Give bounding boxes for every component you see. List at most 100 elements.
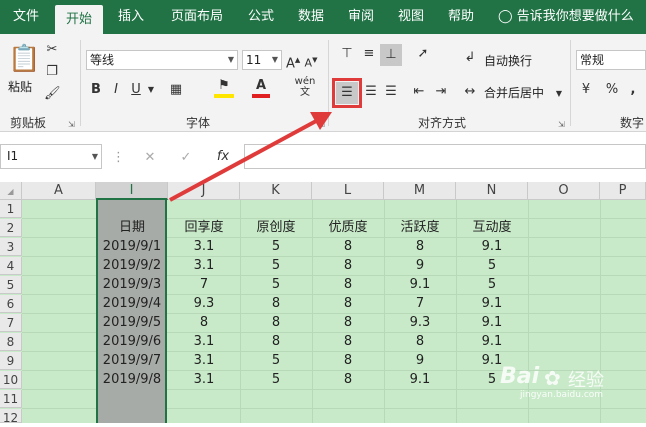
paste-button[interactable]: 粘贴 bbox=[8, 78, 32, 95]
currency-icon[interactable]: ¥ bbox=[576, 82, 596, 98]
row-header[interactable]: 6 bbox=[0, 295, 22, 313]
merge-center-icon[interactable]: ↔ bbox=[462, 84, 478, 100]
data-cell[interactable]: 8 bbox=[168, 314, 240, 332]
tab-page-layout[interactable]: 页面布局 bbox=[160, 0, 234, 34]
data-cell[interactable]: 5 bbox=[456, 276, 528, 294]
data-cell[interactable]: 9.1 bbox=[384, 276, 456, 294]
data-cell[interactable]: 8 bbox=[240, 333, 312, 351]
data-cell[interactable]: 5 bbox=[240, 257, 312, 275]
tab-data[interactable]: 数据 bbox=[288, 0, 334, 34]
column-header-selected[interactable]: I bbox=[96, 182, 168, 200]
tab-help[interactable]: 帮助 bbox=[438, 0, 484, 34]
font-name-select[interactable]: 等线 ▼ bbox=[86, 50, 238, 70]
increase-font-icon[interactable]: A▲ bbox=[286, 52, 300, 72]
orientation-icon[interactable]: ➚ bbox=[410, 46, 436, 62]
underline-button[interactable]: U bbox=[130, 82, 142, 98]
data-cell[interactable]: 8 bbox=[312, 295, 384, 313]
row-header[interactable]: 12 bbox=[0, 409, 22, 425]
data-cell[interactable]: 9.1 bbox=[456, 295, 528, 313]
worksheet-grid[interactable]: ◢ A I J K L M N O P 1 2 3 4 5 6 7 8 9 10… bbox=[0, 182, 646, 425]
row-header[interactable]: 9 bbox=[0, 352, 22, 370]
row-header[interactable]: 4 bbox=[0, 257, 22, 275]
column-header[interactable]: N bbox=[456, 182, 528, 200]
data-cell[interactable]: 3.1 bbox=[168, 371, 240, 389]
row-header[interactable]: 10 bbox=[0, 371, 22, 389]
align-top-icon[interactable]: ⊤ bbox=[338, 46, 356, 62]
header-cell[interactable]: 日期 bbox=[96, 219, 168, 237]
align-left-icon[interactable]: ☰ bbox=[336, 82, 358, 104]
wrap-text-icon[interactable]: ↲ bbox=[462, 50, 478, 66]
tab-view[interactable]: 视图 bbox=[388, 0, 434, 34]
cancel-icon[interactable]: ✕ bbox=[142, 150, 158, 166]
data-cell[interactable]: 2019/9/8 bbox=[96, 371, 168, 389]
data-cell[interactable]: 9 bbox=[384, 352, 456, 370]
data-cell[interactable]: 8 bbox=[312, 352, 384, 370]
font-size-select[interactable]: 11 ▼ bbox=[242, 50, 282, 70]
data-cell[interactable]: 8 bbox=[384, 238, 456, 256]
decrease-indent-icon[interactable]: ⇤ bbox=[410, 84, 428, 100]
header-cell[interactable]: 活跃度 bbox=[384, 219, 456, 237]
data-cell[interactable]: 8 bbox=[312, 238, 384, 256]
data-cell[interactable]: 2019/9/6 bbox=[96, 333, 168, 351]
tell-me-box[interactable]: ◯ 告诉我你想要做什么 bbox=[498, 0, 646, 34]
data-cell[interactable]: 7 bbox=[168, 276, 240, 294]
data-cell[interactable]: 9.1 bbox=[456, 314, 528, 332]
data-cell[interactable]: 8 bbox=[240, 295, 312, 313]
bold-button[interactable]: B bbox=[90, 82, 102, 98]
column-header[interactable]: L bbox=[312, 182, 384, 200]
data-cell[interactable]: 8 bbox=[312, 333, 384, 351]
format-painter-icon[interactable]: 🖌 bbox=[44, 86, 61, 102]
column-header[interactable]: A bbox=[22, 182, 96, 200]
column-header[interactable]: M bbox=[384, 182, 456, 200]
data-cell[interactable]: 2019/9/3 bbox=[96, 276, 168, 294]
data-cell[interactable]: 2019/9/4 bbox=[96, 295, 168, 313]
column-header[interactable]: K bbox=[240, 182, 312, 200]
data-cell[interactable]: 5 bbox=[456, 257, 528, 275]
data-cell[interactable]: 8 bbox=[240, 314, 312, 332]
row-header[interactable]: 11 bbox=[0, 390, 22, 408]
data-cell[interactable]: 5 bbox=[240, 238, 312, 256]
tab-formulas[interactable]: 公式 bbox=[238, 0, 284, 34]
fill-color-icon[interactable]: ⚑ bbox=[214, 78, 234, 98]
data-cell[interactable]: 7 bbox=[384, 295, 456, 313]
chevron-down-icon[interactable]: ▼ bbox=[146, 82, 156, 98]
row-header[interactable]: 2 bbox=[0, 219, 22, 237]
row-header[interactable]: 7 bbox=[0, 314, 22, 332]
data-cell[interactable]: 5 bbox=[240, 352, 312, 370]
merge-center-button[interactable]: 合并后居中 bbox=[484, 84, 544, 101]
insert-function-button[interactable]: fx bbox=[214, 149, 232, 165]
data-cell[interactable]: 3.1 bbox=[168, 238, 240, 256]
paste-icon[interactable]: 📋 bbox=[8, 42, 40, 76]
italic-button[interactable]: I bbox=[110, 82, 122, 98]
data-cell[interactable]: 8 bbox=[384, 333, 456, 351]
font-color-icon[interactable]: A bbox=[252, 78, 270, 98]
data-cell[interactable]: 2019/9/1 bbox=[96, 238, 168, 256]
data-cell[interactable]: 5 bbox=[240, 276, 312, 294]
data-cell[interactable]: 2019/9/5 bbox=[96, 314, 168, 332]
row-header[interactable]: 5 bbox=[0, 276, 22, 294]
row-header[interactable]: 8 bbox=[0, 333, 22, 351]
data-cell[interactable]: 8 bbox=[312, 276, 384, 294]
header-cell[interactable]: 原创度 bbox=[240, 219, 312, 237]
column-header[interactable]: P bbox=[600, 182, 646, 200]
data-cell[interactable]: 5 bbox=[240, 371, 312, 389]
data-cell[interactable]: 2019/9/2 bbox=[96, 257, 168, 275]
column-header[interactable]: O bbox=[528, 182, 600, 200]
copy-icon[interactable]: ❐ bbox=[44, 64, 60, 80]
data-cell[interactable]: 8 bbox=[312, 314, 384, 332]
cut-icon[interactable]: ✂ bbox=[44, 42, 60, 58]
chevron-down-icon[interactable]: ▼ bbox=[554, 86, 564, 102]
header-cell[interactable]: 互动度 bbox=[456, 219, 528, 237]
increase-indent-icon[interactable]: ⇥ bbox=[432, 84, 450, 100]
data-cell[interactable]: 3.1 bbox=[168, 257, 240, 275]
data-cell[interactable]: 9.1 bbox=[384, 371, 456, 389]
tab-home[interactable]: 开始 bbox=[55, 5, 103, 34]
data-cell[interactable]: 8 bbox=[312, 371, 384, 389]
clipboard-launcher-icon[interactable]: ⇲ bbox=[68, 120, 75, 129]
column-header[interactable]: J bbox=[168, 182, 240, 200]
formula-input[interactable] bbox=[244, 144, 646, 169]
align-bottom-icon[interactable]: ⊥ bbox=[380, 44, 402, 66]
percent-button[interactable]: % bbox=[604, 82, 620, 98]
data-cell[interactable]: 9 bbox=[384, 257, 456, 275]
data-cell[interactable]: 8 bbox=[312, 257, 384, 275]
